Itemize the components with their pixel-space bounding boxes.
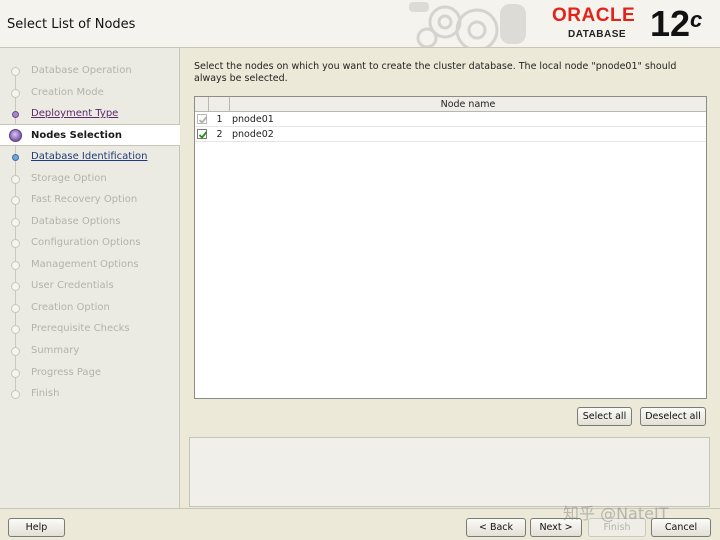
steps-sidebar: Database Operation Creation Mode Deploym…	[0, 48, 180, 508]
table-row[interactable]: 1 pnode01	[195, 112, 706, 127]
instruction-text: Select the nodes on which you want to cr…	[194, 61, 677, 84]
node-name-cell: pnode01	[232, 114, 274, 125]
step-label: Database Options	[31, 216, 121, 227]
checkmark-icon	[198, 131, 208, 139]
step-summary: Summary	[0, 341, 180, 361]
version-number: 12	[650, 3, 691, 44]
page-title: Select List of Nodes	[7, 17, 136, 32]
step-management-options: Management Options	[0, 255, 180, 275]
step-dot-icon	[11, 282, 20, 291]
step-finish: Finish	[0, 384, 180, 404]
node-checkbox[interactable]	[197, 129, 208, 139]
step-dot-icon	[11, 261, 20, 270]
help-button[interactable]: Help	[8, 518, 65, 537]
current-step-icon	[9, 129, 22, 142]
step-nodes-selection: Nodes Selection	[0, 124, 180, 146]
step-database-identification[interactable]: Database Identification	[0, 147, 180, 167]
step-dot-icon	[11, 89, 20, 98]
step-dot-icon	[12, 154, 19, 161]
step-dot-icon	[11, 369, 20, 378]
step-dot-icon	[11, 347, 20, 356]
step-label: Creation Option	[31, 302, 110, 313]
gears-graphic	[409, 2, 526, 47]
select-all-button[interactable]: Select all	[577, 407, 632, 426]
nodes-table[interactable]: Node name 1 pnode01 2 pnode02	[194, 96, 707, 399]
deselect-all-button[interactable]: Deselect all	[640, 407, 706, 426]
step-label: Prerequisite Checks	[31, 323, 130, 334]
header-checkbox-column	[195, 97, 209, 112]
step-label: Finish	[31, 388, 60, 399]
table-row[interactable]: 2 pnode02	[195, 127, 706, 142]
step-label: Creation Mode	[31, 87, 104, 98]
step-dot-icon	[11, 390, 20, 399]
step-label: Nodes Selection	[31, 130, 122, 141]
oracle-wordmark: ORACLE	[552, 5, 636, 26]
version-badge: 12c	[650, 4, 702, 44]
step-label: Storage Option	[31, 173, 107, 184]
step-label[interactable]: Database Identification	[31, 151, 147, 162]
node-checkbox	[197, 114, 208, 124]
version-suffix: c	[690, 7, 703, 32]
header-index-column	[209, 97, 230, 112]
database-wordmark: DATABASE	[568, 29, 627, 40]
step-dot-icon	[11, 304, 20, 313]
table-header: Node name	[195, 97, 706, 112]
step-deployment-type[interactable]: Deployment Type	[0, 104, 180, 124]
step-creation-option: Creation Option	[0, 298, 180, 318]
node-name-cell: pnode02	[232, 129, 274, 140]
row-index: 2	[216, 129, 223, 140]
step-dot-icon	[11, 196, 20, 205]
step-dot-icon	[12, 111, 19, 118]
step-database-options: Database Options	[0, 212, 180, 232]
step-user-credentials: User Credentials	[0, 276, 180, 296]
step-dot-icon	[11, 325, 20, 334]
step-label: Summary	[31, 345, 80, 356]
step-label: Fast Recovery Option	[31, 194, 138, 205]
watermark-text: 知乎 @NateIT	[563, 504, 669, 523]
message-panel	[189, 437, 710, 507]
step-label: Database Operation	[31, 65, 132, 76]
step-label: Configuration Options	[31, 237, 141, 248]
header-node-name[interactable]: Node name	[230, 97, 706, 112]
back-button[interactable]: < Back	[466, 518, 526, 537]
checkmark-icon	[198, 116, 208, 124]
step-dot-icon	[11, 67, 20, 76]
step-dot-icon	[11, 239, 20, 248]
step-configuration-options: Configuration Options	[0, 233, 180, 253]
step-label: User Credentials	[31, 280, 114, 291]
step-prerequisite-checks: Prerequisite Checks	[0, 319, 180, 339]
step-creation-mode: Creation Mode	[0, 83, 180, 103]
step-fast-recovery-option: Fast Recovery Option	[0, 190, 180, 210]
oracle-logo: ORACLE DATABASE	[552, 6, 646, 42]
step-storage-option: Storage Option	[0, 169, 180, 189]
step-label[interactable]: Deployment Type	[31, 108, 118, 119]
row-index: 1	[216, 114, 223, 125]
step-dot-icon	[11, 175, 20, 184]
step-dot-icon	[11, 218, 20, 227]
wizard-header: Select List of Nodes ORACLE DATABASE 12c	[0, 0, 720, 48]
step-label: Progress Page	[31, 367, 102, 378]
step-database-operation: Database Operation	[0, 61, 180, 81]
step-progress-page: Progress Page	[0, 363, 180, 383]
step-label: Management Options	[31, 259, 139, 270]
